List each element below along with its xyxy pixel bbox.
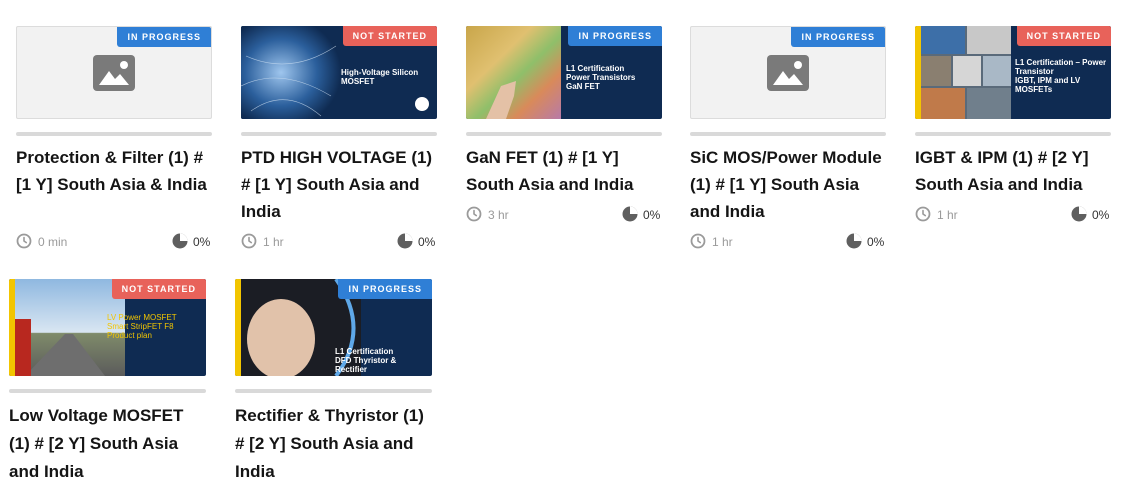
course-duration: 3 hr: [488, 208, 509, 222]
course-thumbnail[interactable]: IN PROGRESS: [16, 26, 212, 119]
course-meta: 1 hr 0%: [241, 232, 437, 252]
slide-title: LV Power MOSFET Smart StripFET F8 Produc…: [107, 313, 177, 340]
progress-bar: [690, 132, 886, 136]
status-badge: IN PROGRESS: [338, 279, 432, 299]
course-title[interactable]: IGBT & IPM (1) # [2 Y] South Asia and In…: [915, 144, 1111, 198]
course-meta: 3 hr 0%: [466, 205, 662, 225]
course-card[interactable]: L1 Certification DFD Thyristor & Rectifi…: [235, 279, 432, 491]
clock-icon: [915, 206, 931, 222]
slide-title: L1 Certification DFD Thyristor & Rectifi…: [335, 347, 397, 374]
course-meta: 1 hr 0%: [915, 205, 1111, 225]
course-progress: 0%: [1092, 208, 1110, 222]
slide-title: L1 Certification – Power Transistor IGBT…: [1015, 58, 1107, 94]
course-duration: 1 hr: [712, 235, 733, 249]
course-duration: 0 min: [38, 235, 68, 249]
progress-bar: [241, 132, 437, 136]
slide-title: High-Voltage Silicon MOSFET: [341, 68, 419, 86]
slide-title: L1 Certification Power Transistors GaN F…: [566, 64, 636, 91]
course-title[interactable]: Rectifier & Thyristor (1) # [2 Y] South …: [235, 402, 432, 486]
course-card[interactable]: High-Voltage Silicon MOSFET NOT STARTED …: [241, 26, 437, 251]
course-card[interactable]: IN PROGRESS Protection & Filter (1) # [1…: [16, 26, 212, 251]
course-thumbnail[interactable]: L1 Certification Power Transistors GaN F…: [466, 26, 662, 119]
course-thumbnail[interactable]: IN PROGRESS: [690, 26, 886, 119]
course-title[interactable]: SiC MOS/Power Module (1) # [1 Y] South A…: [690, 144, 886, 225]
course-card[interactable]: L1 Certification Power Transistors GaN F…: [466, 26, 662, 251]
course-title[interactable]: GaN FET (1) # [1 Y] South Asia and India: [466, 144, 662, 198]
course-meta: 0 min 0%: [16, 232, 212, 252]
status-badge: NOT STARTED: [1016, 26, 1111, 46]
pie-progress-icon: [397, 233, 413, 249]
course-title[interactable]: Low Voltage MOSFET (1) # [2 Y] South Asi…: [9, 402, 206, 486]
status-badge: IN PROGRESS: [568, 26, 662, 46]
pie-progress-icon: [846, 233, 862, 249]
course-progress: 0%: [867, 235, 885, 249]
course-thumbnail[interactable]: L1 Certification – Power Transistor IGBT…: [915, 26, 1111, 119]
progress-bar: [9, 389, 206, 393]
logo-icon: [415, 97, 429, 111]
clock-icon: [241, 233, 257, 249]
course-thumbnail[interactable]: LV Power MOSFET Smart StripFET F8 Produc…: [9, 279, 206, 376]
pie-progress-icon: [172, 233, 188, 249]
course-title[interactable]: PTD HIGH VOLTAGE (1) # [1 Y] South Asia …: [241, 144, 437, 225]
status-badge: NOT STARTED: [111, 279, 206, 299]
course-progress: 0%: [193, 235, 211, 249]
clock-icon: [466, 206, 482, 222]
progress-bar: [915, 132, 1111, 136]
course-progress: 0%: [643, 208, 661, 222]
course-thumbnail[interactable]: High-Voltage Silicon MOSFET NOT STARTED: [241, 26, 437, 119]
image-placeholder-icon: [767, 54, 809, 91]
course-duration: 1 hr: [937, 208, 958, 222]
course-card[interactable]: IN PROGRESS SiC MOS/Power Module (1) # […: [690, 26, 886, 251]
clock-icon: [16, 233, 32, 249]
status-badge: NOT STARTED: [342, 26, 437, 46]
progress-bar: [235, 389, 432, 393]
status-badge: IN PROGRESS: [791, 27, 885, 47]
course-progress: 0%: [418, 235, 436, 249]
course-thumbnail[interactable]: L1 Certification DFD Thyristor & Rectifi…: [235, 279, 432, 376]
progress-bar: [466, 132, 662, 136]
pie-progress-icon: [622, 206, 638, 222]
course-card[interactable]: LV Power MOSFET Smart StripFET F8 Produc…: [9, 279, 206, 491]
clock-icon: [690, 233, 706, 249]
course-title[interactable]: Protection & Filter (1) # [1 Y] South As…: [16, 144, 212, 198]
course-duration: 1 hr: [263, 235, 284, 249]
status-badge: IN PROGRESS: [117, 27, 211, 47]
progress-bar: [16, 132, 212, 136]
course-card[interactable]: L1 Certification – Power Transistor IGBT…: [915, 26, 1111, 251]
pie-progress-icon: [1071, 206, 1087, 222]
image-placeholder-icon: [93, 54, 135, 91]
course-meta: 1 hr 0%: [690, 232, 886, 252]
